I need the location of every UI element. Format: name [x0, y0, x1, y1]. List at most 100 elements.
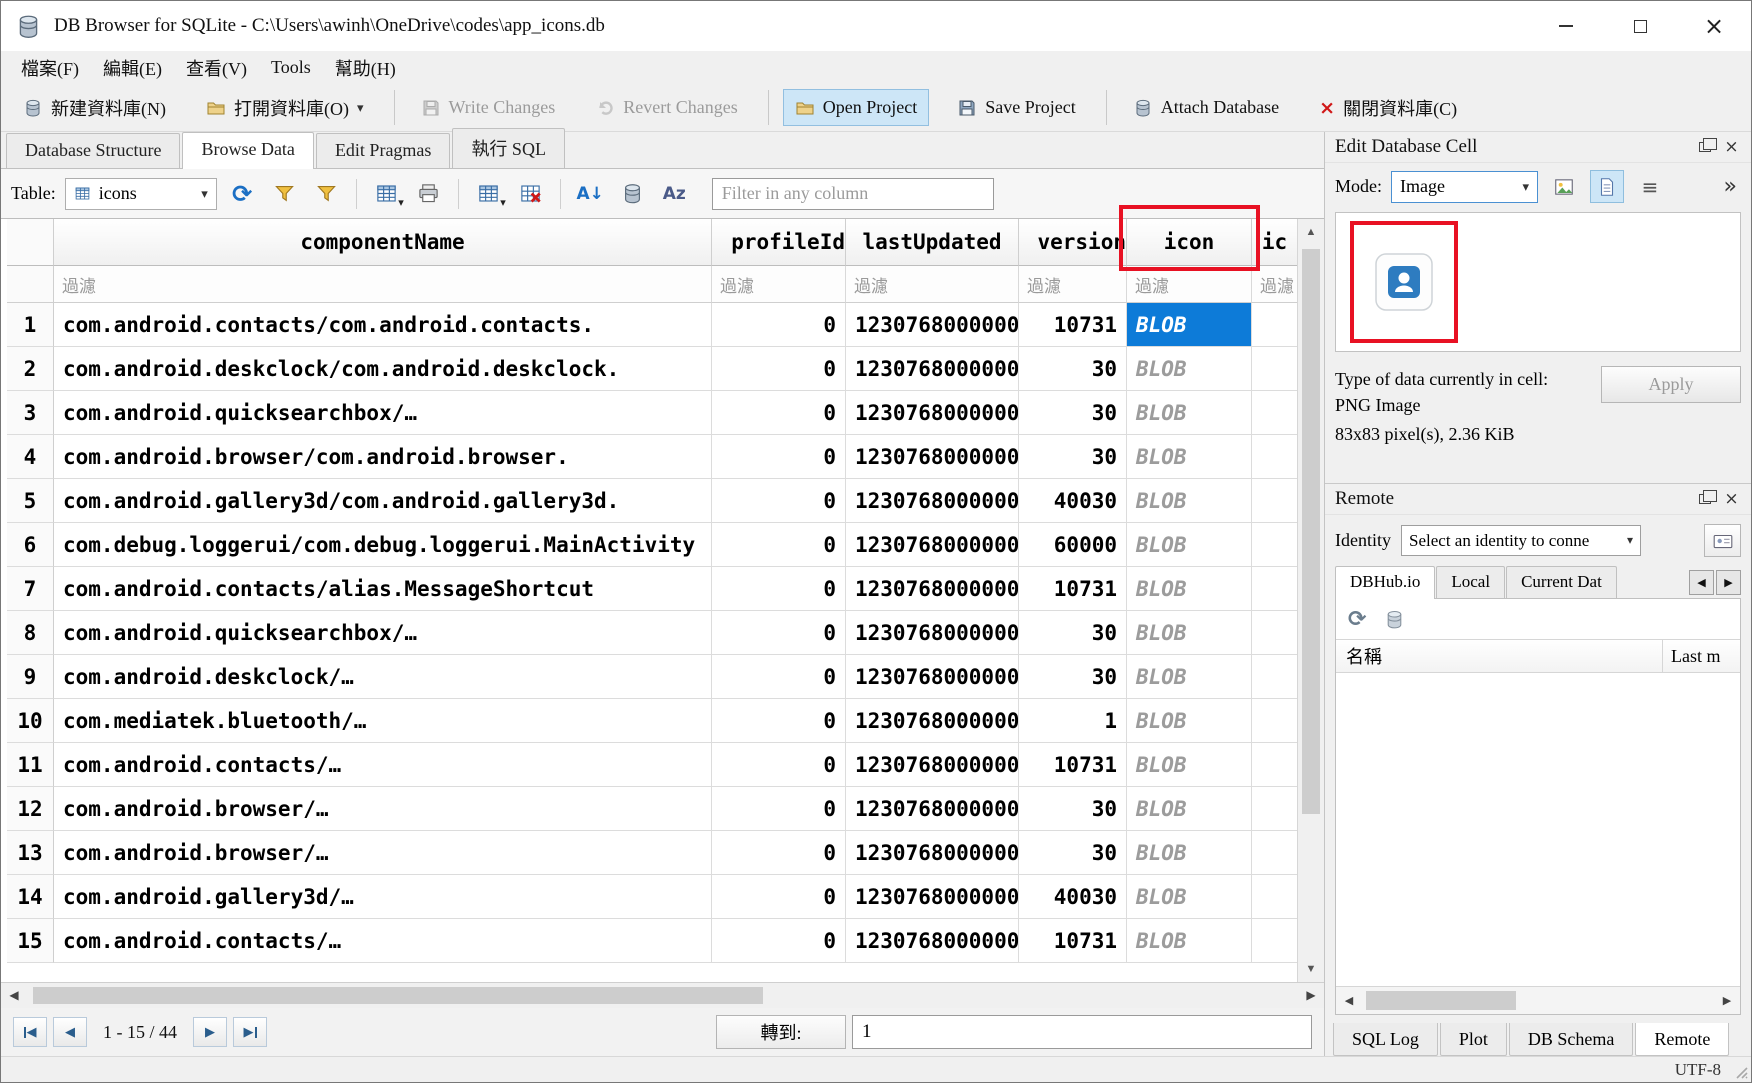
last-record-button[interactable]: ▶	[233, 1017, 267, 1047]
table-row[interactable]: 14 com.android.gallery3d/… 0 12307680000…	[7, 875, 1297, 919]
row-number[interactable]: 11	[7, 743, 54, 787]
cell-componentName[interactable]: com.android.quicksearchbox/…	[54, 611, 712, 655]
cell-partial[interactable]	[1252, 567, 1297, 611]
remote-tab-dbhub[interactable]: DBHub.io	[1335, 566, 1435, 599]
cell-version[interactable]: 30	[1019, 831, 1127, 875]
cell-version[interactable]: 30	[1019, 655, 1127, 699]
cell-icon[interactable]: BLOB	[1127, 523, 1252, 567]
cell-icon[interactable]: BLOB	[1127, 391, 1252, 435]
cell-profileId[interactable]: 0	[712, 611, 846, 655]
cell-profileId[interactable]: 0	[712, 919, 846, 963]
cell-icon[interactable]: BLOB	[1127, 787, 1252, 831]
cell-lastUpdated[interactable]: 1230768000000	[846, 567, 1019, 611]
next-record-button[interactable]: ▶	[193, 1017, 227, 1047]
table-row[interactable]: 5 com.android.gallery3d/com.android.gall…	[7, 479, 1297, 523]
table-row[interactable]: 12 com.android.browser/… 0 1230768000000…	[7, 787, 1297, 831]
dock-tab-remote[interactable]: Remote	[1635, 1023, 1729, 1056]
cell-profileId[interactable]: 0	[712, 655, 846, 699]
cell-version[interactable]: 30	[1019, 787, 1127, 831]
cell-partial[interactable]	[1252, 391, 1297, 435]
cell-version[interactable]: 10731	[1019, 567, 1127, 611]
cell-profileId[interactable]: 0	[712, 391, 846, 435]
float-remote-button[interactable]	[1691, 487, 1718, 512]
overflow-chevrons-icon[interactable]: »	[1724, 174, 1741, 199]
row-number[interactable]: 13	[7, 831, 54, 875]
cell-icon[interactable]: BLOB	[1127, 875, 1252, 919]
scroll-down-icon[interactable]: ▼	[1298, 956, 1324, 982]
identity-select[interactable]: Select an identity to conne ▾	[1401, 525, 1641, 556]
cell-icon[interactable]: BLOB	[1127, 611, 1252, 655]
filter-componentName[interactable]: 過濾	[54, 266, 712, 303]
cell-profileId[interactable]: 0	[712, 479, 846, 523]
remote-tab-current-database[interactable]: Current Dat	[1506, 566, 1617, 598]
filter-partial[interactable]: 過濾	[1252, 266, 1297, 303]
row-number[interactable]: 8	[7, 611, 54, 655]
minimize-button[interactable]	[1529, 1, 1603, 51]
resize-grip[interactable]	[1734, 1065, 1749, 1080]
cell-componentName[interactable]: com.android.contacts/com.android.contact…	[54, 303, 712, 347]
cell-partial[interactable]	[1252, 655, 1297, 699]
row-number[interactable]: 9	[7, 655, 54, 699]
remote-scrollbar-thumb[interactable]	[1366, 991, 1516, 1010]
horizontal-scrollbar[interactable]: ◀ ▶	[1, 982, 1324, 1008]
remote-scroll-left-icon[interactable]: ◀	[1336, 987, 1362, 1014]
tab-edit-pragmas[interactable]: Edit Pragmas	[316, 133, 451, 168]
database-encoding-button[interactable]	[616, 177, 649, 210]
manage-identities-button[interactable]	[1704, 524, 1741, 557]
cell-icon[interactable]: BLOB	[1127, 435, 1252, 479]
menu-view[interactable]: 查看(V)	[174, 52, 259, 84]
cell-profileId[interactable]: 0	[712, 743, 846, 787]
goto-button[interactable]: 轉到:	[716, 1015, 846, 1049]
cell-profileId[interactable]: 0	[712, 831, 846, 875]
cell-componentName[interactable]: com.android.deskclock/…	[54, 655, 712, 699]
close-remote-button[interactable]: ×	[1718, 487, 1745, 512]
corner-header[interactable]	[7, 219, 54, 266]
maximize-button[interactable]	[1603, 1, 1677, 51]
refresh-button[interactable]: ⟳	[226, 177, 259, 210]
tab-execute-sql[interactable]: 執行 SQL	[452, 128, 565, 168]
cell-lastUpdated[interactable]: 1230768000000	[846, 611, 1019, 655]
table-row[interactable]: 4 com.android.browser/com.android.browse…	[7, 435, 1297, 479]
cell-icon[interactable]: BLOB	[1127, 479, 1252, 523]
cell-partial[interactable]	[1252, 479, 1297, 523]
cell-version[interactable]: 40030	[1019, 479, 1127, 523]
cell-partial[interactable]	[1252, 743, 1297, 787]
tab-scroll-left-icon[interactable]: ◀	[1689, 570, 1714, 595]
cell-lastUpdated[interactable]: 1230768000000	[846, 919, 1019, 963]
column-header-version[interactable]: version	[1019, 219, 1127, 266]
table-row[interactable]: 1 com.android.contacts/com.android.conta…	[7, 303, 1297, 347]
remote-list-body[interactable]	[1336, 673, 1740, 986]
export-records-button[interactable]: ▾	[472, 177, 505, 210]
cell-componentName[interactable]: com.android.browser/com.android.browser.	[54, 435, 712, 479]
open-database-caret-icon[interactable]: ▾	[357, 100, 364, 116]
cell-profileId[interactable]: 0	[712, 303, 846, 347]
cell-lastUpdated[interactable]: 1230768000000	[846, 743, 1019, 787]
remote-scroll-right-icon[interactable]: ▶	[1714, 987, 1740, 1014]
column-header-lastUpdated[interactable]: lastUpdated	[846, 219, 1019, 266]
remote-refresh-icon[interactable]: ⟳	[1348, 607, 1366, 632]
row-number[interactable]: 4	[7, 435, 54, 479]
mode-select[interactable]: Image ▾	[1391, 171, 1538, 203]
table-row[interactable]: 9 com.android.deskclock/… 0 123076800000…	[7, 655, 1297, 699]
table-row[interactable]: 3 com.android.quicksearchbox/… 0 1230768…	[7, 391, 1297, 435]
dock-tab-sql-log[interactable]: SQL Log	[1333, 1023, 1438, 1056]
table-row[interactable]: 2 com.android.deskclock/com.android.desk…	[7, 347, 1297, 391]
filter-profileId[interactable]: 過濾	[712, 266, 846, 303]
close-panel-button[interactable]: ×	[1718, 135, 1745, 160]
cell-icon[interactable]: BLOB	[1127, 743, 1252, 787]
global-filter-input[interactable]	[712, 178, 994, 210]
cell-partial[interactable]	[1252, 875, 1297, 919]
cell-componentName[interactable]: com.android.browser/…	[54, 787, 712, 831]
cell-icon[interactable]: BLOB	[1127, 831, 1252, 875]
filter-version[interactable]: 過濾	[1019, 266, 1127, 303]
row-number[interactable]: 3	[7, 391, 54, 435]
cell-lastUpdated[interactable]: 1230768000000	[846, 347, 1019, 391]
attach-database-button[interactable]: Attach Database	[1121, 89, 1291, 126]
table-row[interactable]: 15 com.android.contacts/… 0 123076800000…	[7, 919, 1297, 963]
delete-record-button[interactable]	[514, 177, 547, 210]
close-database-button[interactable]: × 關閉資料庫(C)	[1307, 87, 1469, 129]
vertical-scrollbar[interactable]: ▲ ▼	[1297, 219, 1324, 982]
import-data-button[interactable]	[1547, 170, 1581, 203]
cell-profileId[interactable]: 0	[712, 567, 846, 611]
cell-profileId[interactable]: 0	[712, 699, 846, 743]
